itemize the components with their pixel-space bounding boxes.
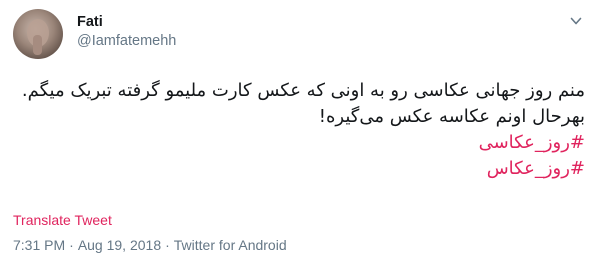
tweet-card: Fati @Iamfatemehh منم روز جهانی عکاسی رو… [0,0,595,269]
tweet-time[interactable]: 7:31 PM [13,237,65,253]
chevron-down-icon[interactable] [570,15,582,27]
tweet-text-line: بهرحال اونم عکاسه عکس می‌گیره! [318,106,585,127]
tweet-text-line: منم روز جهانی عکاسی رو به اونی که عکس کا… [21,80,585,101]
translate-tweet-link[interactable]: Translate Tweet [13,212,112,228]
avatar-hand [33,35,42,55]
tweet-text: منم روز جهانی عکاسی رو به اونی که عکس کا… [15,78,585,182]
hashtag-link[interactable]: #روز_عکاسی [15,130,585,156]
tweet-date[interactable]: Aug 19, 2018 [78,237,161,253]
meta-separator: · [165,237,170,253]
tweet-metadata: 7:31 PM · Aug 19, 2018 · Twitter for Android [13,237,287,253]
user-handle[interactable]: @Iamfatemehh [77,33,176,49]
meta-separator: · [69,237,74,253]
display-name[interactable]: Fati [77,14,103,30]
tweet-source[interactable]: Twitter for Android [174,237,287,253]
hashtag-link[interactable]: #روز_عکاس [15,156,585,182]
avatar[interactable] [13,9,63,59]
